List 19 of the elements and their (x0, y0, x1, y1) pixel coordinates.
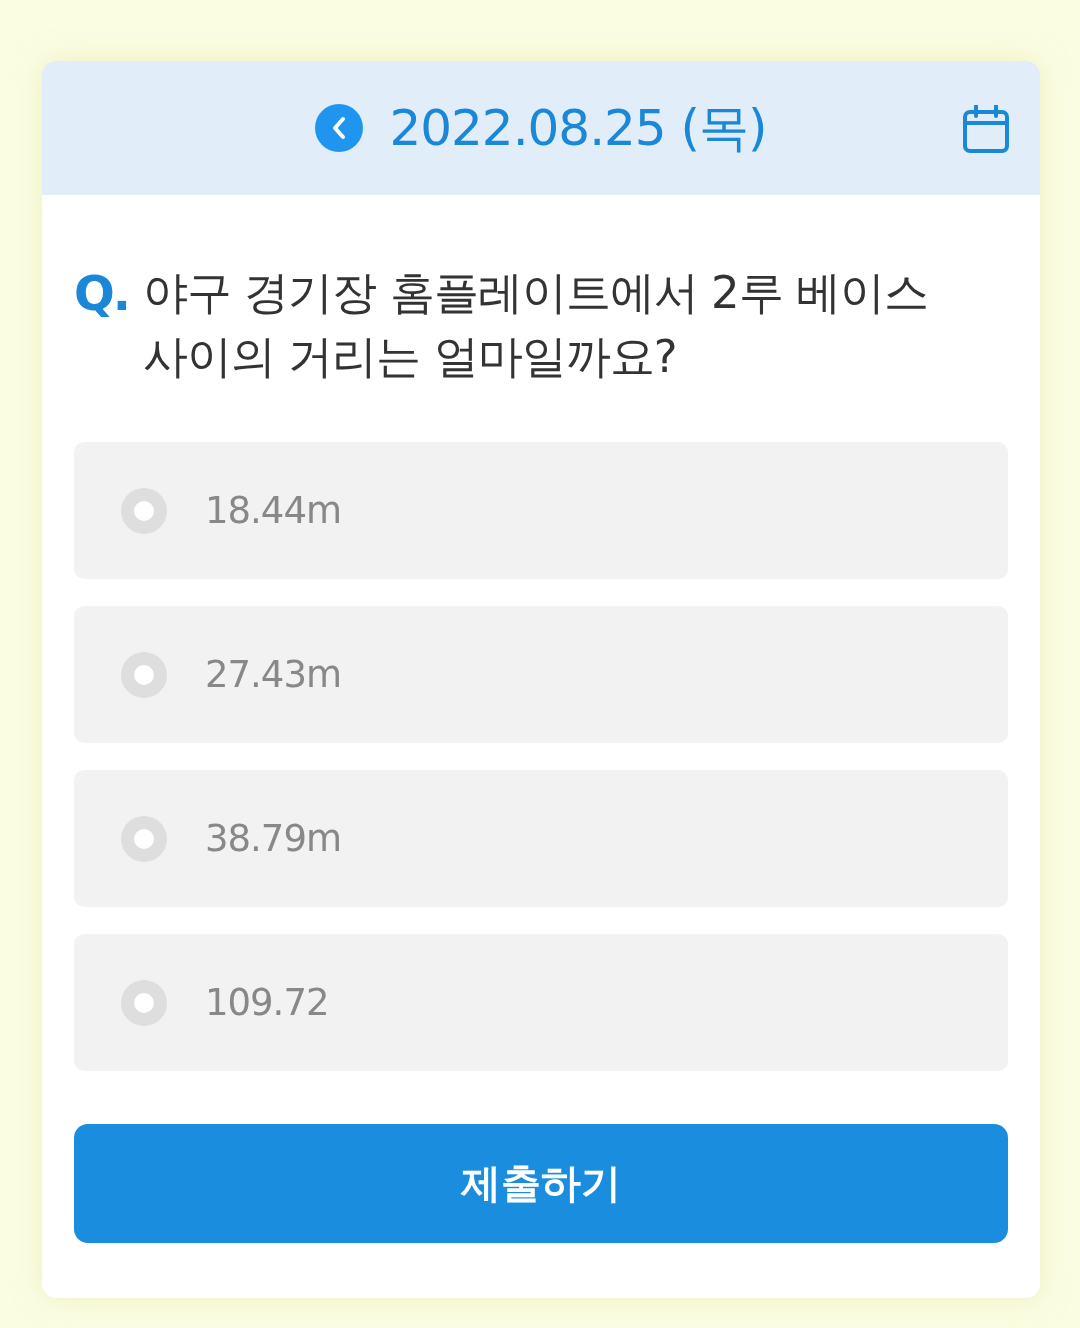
radio-icon[interactable] (121, 979, 167, 1026)
answer-option[interactable]: 38.79m (74, 770, 1008, 907)
answer-option[interactable]: 27.43m (74, 606, 1008, 743)
radio-icon[interactable] (121, 487, 167, 534)
back-button[interactable] (315, 104, 364, 152)
answer-option[interactable]: 109.72 (74, 934, 1008, 1071)
option-label: 27.43m (205, 653, 341, 696)
question-mark-label: Q. (74, 264, 130, 323)
calendar-icon (963, 105, 1009, 153)
date-title: 2022.08.25 (목) (389, 97, 767, 159)
answer-option[interactable]: 18.44m (74, 442, 1008, 579)
radio-icon[interactable] (121, 815, 167, 862)
question-text: 야구 경기장 홈플레이트에서 2루 베이스 사이의 거리는 얼마일까요? (143, 265, 929, 385)
submit-button[interactable]: 제출하기 (74, 1124, 1008, 1243)
calendar-button[interactable] (963, 105, 1009, 153)
option-label: 18.44m (205, 489, 341, 532)
radio-icon[interactable] (121, 651, 167, 698)
option-label: 38.79m (205, 817, 341, 860)
option-label: 109.72 (205, 981, 329, 1024)
